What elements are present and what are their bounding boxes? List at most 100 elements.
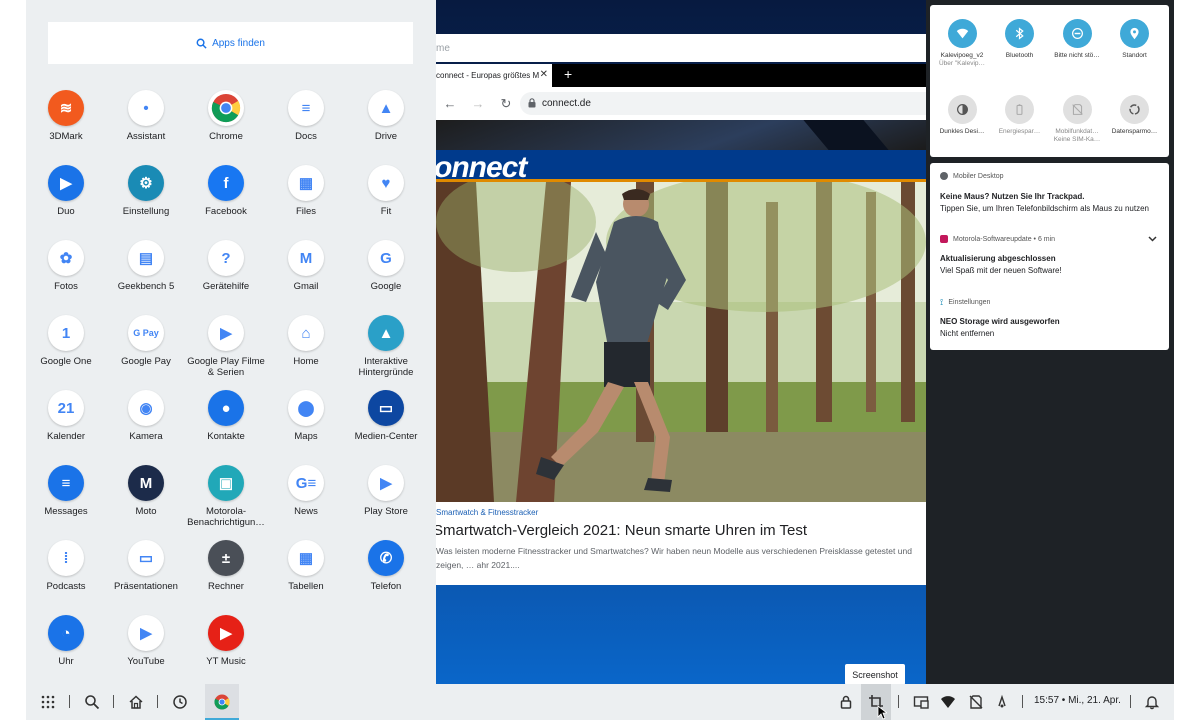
notification-text[interactable]: Nicht entfernen <box>940 329 994 338</box>
app-contacts[interactable]: ● Kontakte <box>186 390 266 465</box>
new-tab-icon[interactable]: + <box>564 66 572 82</box>
taskbar-divider <box>157 695 158 708</box>
app-label: 3DMark <box>49 131 83 142</box>
app-gmail[interactable]: M Gmail <box>266 240 346 315</box>
app-google-one[interactable]: 1 Google One <box>26 315 106 390</box>
app-3dmark[interactable]: ≋ 3DMark <box>26 90 106 165</box>
wifi-icon[interactable] <box>938 692 958 712</box>
app-label: Motorola-Benachrichtigun… <box>187 506 265 528</box>
notification-title[interactable]: Aktualisierung abgeschlossen <box>940 254 1056 263</box>
app-play-movies[interactable]: ▶ Google Play Filme & Serien <box>186 315 266 390</box>
app-label: Drive <box>374 131 398 142</box>
data-sync-icon[interactable] <box>992 692 1012 712</box>
app-label: Präsentationen <box>114 581 178 592</box>
quick-setting-mobile-data[interactable]: Mobilfunkdat… Keine SIM-Ka… <box>1048 95 1106 144</box>
app-calculator[interactable]: ± Rechner <box>186 540 266 615</box>
close-tab-icon[interactable]: ✕ <box>540 69 548 80</box>
app-camera[interactable]: ◉ Kamera <box>106 390 186 465</box>
url-bar[interactable]: connect.de <box>520 92 926 115</box>
forward-arrow-icon[interactable]: → <box>464 96 492 111</box>
chrome-taskbar-icon[interactable] <box>212 692 232 712</box>
app-google[interactable]: G Google <box>346 240 426 315</box>
app-label: Gmail <box>293 281 319 292</box>
app-geekbench[interactable]: ▤ Geekbench 5 <box>106 240 186 315</box>
home-icon[interactable] <box>126 692 146 712</box>
app-slides[interactable]: ▭ Präsentationen <box>106 540 186 615</box>
app-assistant[interactable]: • Assistant <box>106 90 186 165</box>
clock-icon: ◔ <box>48 615 84 651</box>
app-home-app[interactable]: ⌂ Home <box>266 315 346 390</box>
article-category[interactable]: Smartwatch & Fitnesstracker <box>436 508 538 517</box>
app-maps[interactable]: ⬤ Maps <box>266 390 346 465</box>
app-sheets[interactable]: ▦ Tabellen <box>266 540 346 615</box>
app-google-pay[interactable]: G Pay Google Pay <box>106 315 186 390</box>
app-docs[interactable]: ≡ Docs <box>266 90 346 165</box>
back-arrow-icon[interactable]: ← <box>436 96 464 111</box>
recents-clock-icon[interactable] <box>170 692 190 712</box>
notifications-bell-icon[interactable] <box>1142 692 1162 712</box>
quick-setting-label: Dunkles Desi… <box>939 128 985 135</box>
notification-text[interactable]: Viel Spaß mit der neuen Software! <box>940 266 1062 275</box>
clock-date[interactable]: 15:57 • Mi., 21. Apr. <box>1034 695 1121 706</box>
app-label: Einstellung <box>122 206 170 217</box>
quick-setting-dnd[interactable]: Bitte nicht stö… <box>1048 19 1106 60</box>
app-youtube[interactable]: ▶ YouTube <box>106 615 186 690</box>
app-moto[interactable]: M Moto <box>106 465 186 540</box>
quick-setting-bluetooth[interactable]: Bluetooth <box>991 19 1049 60</box>
app-phone[interactable]: ✆ Telefon <box>346 540 426 615</box>
youtube-icon: ▶ <box>128 615 164 651</box>
app-chrome[interactable]: Chrome <box>186 90 266 165</box>
article-hero-image[interactable] <box>436 182 926 502</box>
app-settings[interactable]: ⚙ Einstellung <box>106 165 186 240</box>
notification-title[interactable]: NEO Storage wird ausgeworfen <box>940 317 1060 326</box>
app-podcasts[interactable]: ⁞ Podcasts <box>26 540 106 615</box>
no-sim-icon[interactable] <box>966 692 986 712</box>
notification-title[interactable]: Keine Maus? Nutzen Sie Ihr Trackpad. <box>940 192 1084 201</box>
apps-grid-icon[interactable] <box>38 692 58 712</box>
notification-text[interactable]: Tippen Sie, um Ihren Telefonbildschirm a… <box>940 204 1149 213</box>
app-play-store[interactable]: ▶ Play Store <box>346 465 426 540</box>
quick-setting-battery-saver[interactable]: Energiespar… <box>991 95 1049 136</box>
app-media-center[interactable]: ▭ Medien-Center <box>346 390 426 465</box>
location-icon <box>1120 19 1149 48</box>
app-clock[interactable]: ◔ Uhr <box>26 615 106 690</box>
geekbench-icon: ▤ <box>128 240 164 276</box>
quick-setting-location[interactable]: Standort <box>1106 19 1164 60</box>
app-duo[interactable]: ▶ Duo <box>26 165 106 240</box>
outer-address-bar[interactable]: me <box>436 34 926 62</box>
app-news[interactable]: G≡ News <box>266 465 346 540</box>
notification-mobile-desktop-header: Mobiler Desktop <box>940 172 1004 180</box>
quick-setting-data-saver[interactable]: Datensparmo… <box>1106 95 1164 136</box>
chevron-down-icon[interactable] <box>1148 236 1157 242</box>
quick-setting-dark-theme[interactable]: Dunkles Desi… <box>933 95 991 136</box>
app-yt-music[interactable]: ▶ YT Music <box>186 615 266 690</box>
taskbar: 15:57 • Mi., 21. Apr. <box>26 684 1174 720</box>
app-label: Fotos <box>54 281 78 292</box>
article-title[interactable]: Smartwatch-Vergleich 2021: Neun smarte U… <box>436 522 807 539</box>
app-label: Play Store <box>364 506 408 517</box>
app-label: Google Pay <box>121 356 171 367</box>
quick-setting-wifi[interactable]: Kalevipoeg_v2 Über "Kalevip… <box>933 19 991 68</box>
taskbar-divider <box>113 695 114 708</box>
app-live-wallpaper[interactable]: ▲ Interaktive Hintergründe <box>346 315 426 390</box>
site-brand-bar[interactable]: onnect <box>436 150 926 184</box>
app-files[interactable]: ▦ Files <box>266 165 346 240</box>
search-icon[interactable] <box>82 692 102 712</box>
app-messages[interactable]: ≡ Messages <box>26 465 106 540</box>
app-calendar[interactable]: 21 Kalender <box>26 390 106 465</box>
app-motorola-notifications[interactable]: ▣ Motorola-Benachrichtigun… <box>186 465 266 540</box>
app-photos[interactable]: ✿ Fotos <box>26 240 106 315</box>
web-page: onnect Smartwatch & Fitnesstracker Smart… <box>436 120 926 585</box>
outer-address-text: me <box>436 43 450 54</box>
app-facebook[interactable]: f Facebook <box>186 165 266 240</box>
lock-icon[interactable] <box>836 692 856 712</box>
notifications-panel: Mobiler Desktop Keine Maus? Nutzen Sie I… <box>930 163 1169 350</box>
reload-icon[interactable]: ↻ <box>492 96 520 112</box>
app-help[interactable]: ? Gerätehilfe <box>186 240 266 315</box>
home-app-icon: ⌂ <box>288 315 324 351</box>
browser-tab[interactable]: connect - Europas größtes M ✕ <box>436 64 552 87</box>
app-fit[interactable]: ♥ Fit <box>346 165 426 240</box>
apps-search-bar[interactable]: Apps finden <box>48 22 413 64</box>
cast-display-icon[interactable] <box>911 692 931 712</box>
app-drive[interactable]: ▲ Drive <box>346 90 426 165</box>
